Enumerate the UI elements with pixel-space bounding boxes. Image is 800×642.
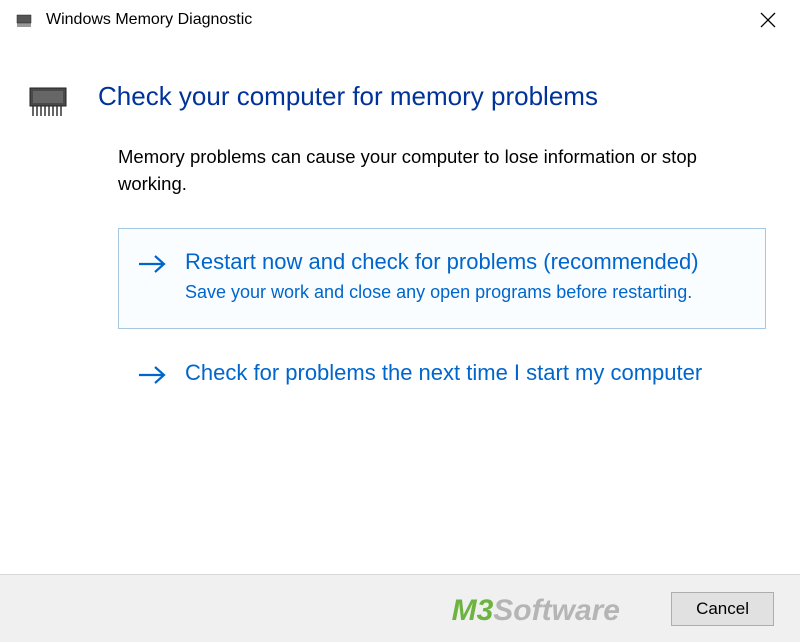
titlebar: Windows Memory Diagnostic (0, 0, 800, 40)
window-title: Windows Memory Diagnostic (46, 11, 252, 29)
titlebar-left: Windows Memory Diagnostic (14, 10, 252, 30)
arrow-right-icon (137, 253, 167, 280)
dialog-footer: Cancel (0, 574, 800, 642)
option-title: Check for problems the next time I start… (185, 358, 745, 388)
memory-chip-icon-small (14, 10, 34, 30)
option-text: Restart now and check for problems (reco… (185, 247, 745, 306)
option-description: Save your work and close any open progra… (185, 280, 745, 305)
close-button[interactable] (748, 5, 788, 35)
arrow-right-icon (137, 364, 167, 391)
options-list: Restart now and check for problems (reco… (118, 228, 766, 414)
page-description: Memory problems can cause your computer … (118, 144, 766, 198)
header-row: Check your computer for memory problems (20, 80, 766, 124)
page-heading: Check your computer for memory problems (98, 80, 598, 114)
content-area: Check your computer for memory problems … (0, 40, 800, 414)
memory-chip-icon (26, 80, 70, 124)
option-check-next-start[interactable]: Check for problems the next time I start… (118, 339, 766, 414)
cancel-button[interactable]: Cancel (671, 592, 774, 626)
option-title: Restart now and check for problems (reco… (185, 247, 745, 277)
close-icon (760, 12, 776, 28)
option-text: Check for problems the next time I start… (185, 358, 745, 388)
option-restart-now[interactable]: Restart now and check for problems (reco… (118, 228, 766, 329)
